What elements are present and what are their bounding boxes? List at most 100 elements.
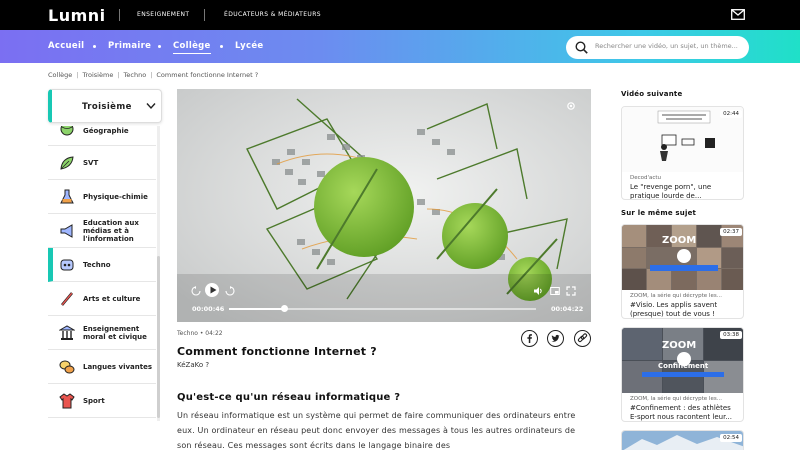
divider	[119, 9, 120, 21]
subject-label: Education aux médias et à l'information	[83, 219, 139, 243]
institution-icon	[59, 325, 75, 340]
subject-label: Enseignement moral et civique	[83, 325, 147, 341]
level-dropdown[interactable]: Troisième	[48, 89, 162, 123]
nav-link-educateurs[interactable]: ÉDUCATEURS & MÉDIATEURS	[224, 11, 321, 18]
video-thumbnail[interactable]: ZOOM 02:37	[622, 225, 743, 290]
nav-dot	[220, 45, 223, 48]
progress-fill	[229, 308, 285, 310]
subject-arts[interactable]: Arts et culture	[48, 282, 156, 316]
twitter-icon	[551, 334, 560, 342]
jersey-icon	[59, 393, 75, 409]
flask-icon	[60, 189, 74, 204]
breadcrumb-troisieme[interactable]: Troisième	[82, 71, 113, 79]
nav-dot	[93, 45, 96, 48]
duration-badge: 03:38	[720, 331, 742, 339]
subject-langues[interactable]: Langues vivantes	[48, 350, 156, 384]
mail-icon[interactable]	[731, 9, 745, 20]
settings-gear-icon[interactable]	[566, 101, 576, 111]
subject-list: Géographie SVT Physique-chimie Education…	[48, 126, 160, 421]
copy-link-button[interactable]	[574, 330, 591, 347]
volume-icon[interactable]	[533, 286, 543, 296]
video-category[interactable]: Techno	[177, 330, 198, 337]
card-source: ZOOM, la série qui décrypte les...	[630, 293, 722, 299]
leaf-icon	[60, 156, 74, 170]
breadcrumb-current: Comment fonctionne Internet ?	[156, 71, 259, 79]
subject-sidebar: Troisième Géographie SVT Physique-chimie…	[48, 89, 162, 421]
divider	[204, 9, 205, 21]
video-title: Comment fonctionne Internet ?	[177, 345, 377, 358]
globe-icon	[60, 126, 74, 136]
play-button[interactable]	[677, 352, 691, 366]
nav-dot	[158, 45, 161, 48]
video-frame	[177, 89, 591, 322]
related-video-card[interactable]: 02:54	[621, 430, 744, 450]
lumni-logo[interactable]: Lumni	[48, 6, 106, 25]
sidebar-scroll-thumb[interactable]	[157, 256, 160, 418]
video-meta: Techno • 04:22	[177, 330, 223, 337]
subject-label: Géographie	[83, 127, 129, 135]
card-title[interactable]: #Confinement : des athlètes E-sport nous…	[630, 404, 738, 421]
top-bar: Lumni ENSEIGNEMENT ÉDUCATEURS & MÉDIATEU…	[0, 0, 800, 30]
subject-label: Arts et culture	[83, 295, 141, 303]
play-button[interactable]	[677, 249, 691, 263]
fullscreen-icon[interactable]	[566, 286, 576, 296]
play-icon[interactable]	[209, 286, 217, 294]
video-thumbnail[interactable]: 02:54	[622, 431, 743, 450]
megaphone-icon	[60, 224, 73, 238]
robot-icon	[60, 259, 74, 271]
subject-sport[interactable]: Sport	[48, 384, 156, 418]
subject-label: Langues vivantes	[83, 363, 153, 371]
subject-emc[interactable]: Enseignement moral et civique	[48, 316, 156, 350]
card-title[interactable]: #Visio. Les applis savent (presque) tout…	[630, 301, 738, 318]
description-text: Un réseau informatique est un système qu…	[177, 411, 576, 450]
subject-physique-chimie[interactable]: Physique-chimie	[48, 180, 156, 214]
duration-badge: 02:44	[720, 110, 742, 118]
subject-label: Techno	[83, 261, 111, 269]
facebook-icon	[527, 334, 532, 343]
current-time: 00:00:46	[192, 305, 225, 313]
progress-handle[interactable]	[280, 305, 288, 312]
duration-badge: 02:37	[720, 228, 742, 236]
section-heading: Qu'est-ce qu'un réseau informatique ?	[177, 392, 401, 403]
nav-lycee[interactable]: Lycée	[235, 41, 263, 51]
subject-svt[interactable]: SVT	[48, 146, 156, 180]
related-heading: Sur le même sujet	[621, 209, 697, 217]
speech-bubbles-icon	[59, 360, 75, 374]
video-player[interactable]	[177, 89, 591, 322]
related-video-card[interactable]: ZOOM 02:37 ZOOM, la série qui décrypte l…	[621, 224, 744, 319]
nav-college[interactable]: Collège	[173, 41, 211, 54]
level-label: Troisième	[82, 102, 132, 112]
video-thumbnail[interactable]: 02:44	[622, 107, 743, 172]
rewind-icon[interactable]	[191, 286, 201, 296]
related-video-card[interactable]: ZOOM Confinement 03:38 ZOOM, la série qu…	[621, 327, 744, 422]
subject-label: Physique-chimie	[83, 193, 148, 201]
svg-text:ZOOM: ZOOM	[662, 235, 696, 246]
search-input[interactable]	[595, 42, 743, 50]
duration-badge: 02:54	[720, 434, 742, 442]
subject-label: SVT	[83, 159, 99, 167]
nav-link-enseignement[interactable]: ENSEIGNEMENT	[137, 11, 190, 18]
video-author[interactable]: KéZaKo ?	[177, 361, 209, 369]
card-source: Decod'actu	[630, 175, 662, 181]
subject-geographie[interactable]: Géographie	[48, 126, 156, 146]
svg-text:ZOOM: ZOOM	[662, 340, 696, 351]
nav-primaire[interactable]: Primaire	[108, 41, 151, 51]
breadcrumb-techno[interactable]: Techno	[124, 71, 147, 79]
next-video-card[interactable]: 02:44 Decod'actu Le "revenge porn", une …	[621, 106, 744, 200]
total-time: 00:04:22	[551, 305, 584, 313]
forward-icon[interactable]	[225, 286, 235, 296]
subject-techno[interactable]: Techno	[48, 248, 156, 282]
share-facebook-button[interactable]	[521, 330, 538, 347]
video-thumbnail[interactable]: ZOOM Confinement 03:38	[622, 328, 743, 393]
paintbrush-icon	[61, 292, 73, 306]
breadcrumb-college[interactable]: Collège	[48, 71, 72, 79]
nav-accueil[interactable]: Accueil	[48, 41, 84, 51]
picture-in-picture-icon[interactable]	[550, 286, 560, 296]
subject-emi[interactable]: Education aux médias et à l'information	[48, 214, 156, 248]
chevron-down-icon[interactable]	[146, 102, 156, 110]
search-icon[interactable]	[575, 41, 588, 54]
card-title[interactable]: Le "revenge porn", une pratique lourde d…	[630, 183, 738, 199]
search-box[interactable]	[566, 36, 749, 59]
next-video-heading: Vidéo suivante	[621, 90, 683, 98]
share-twitter-button[interactable]	[547, 330, 564, 347]
